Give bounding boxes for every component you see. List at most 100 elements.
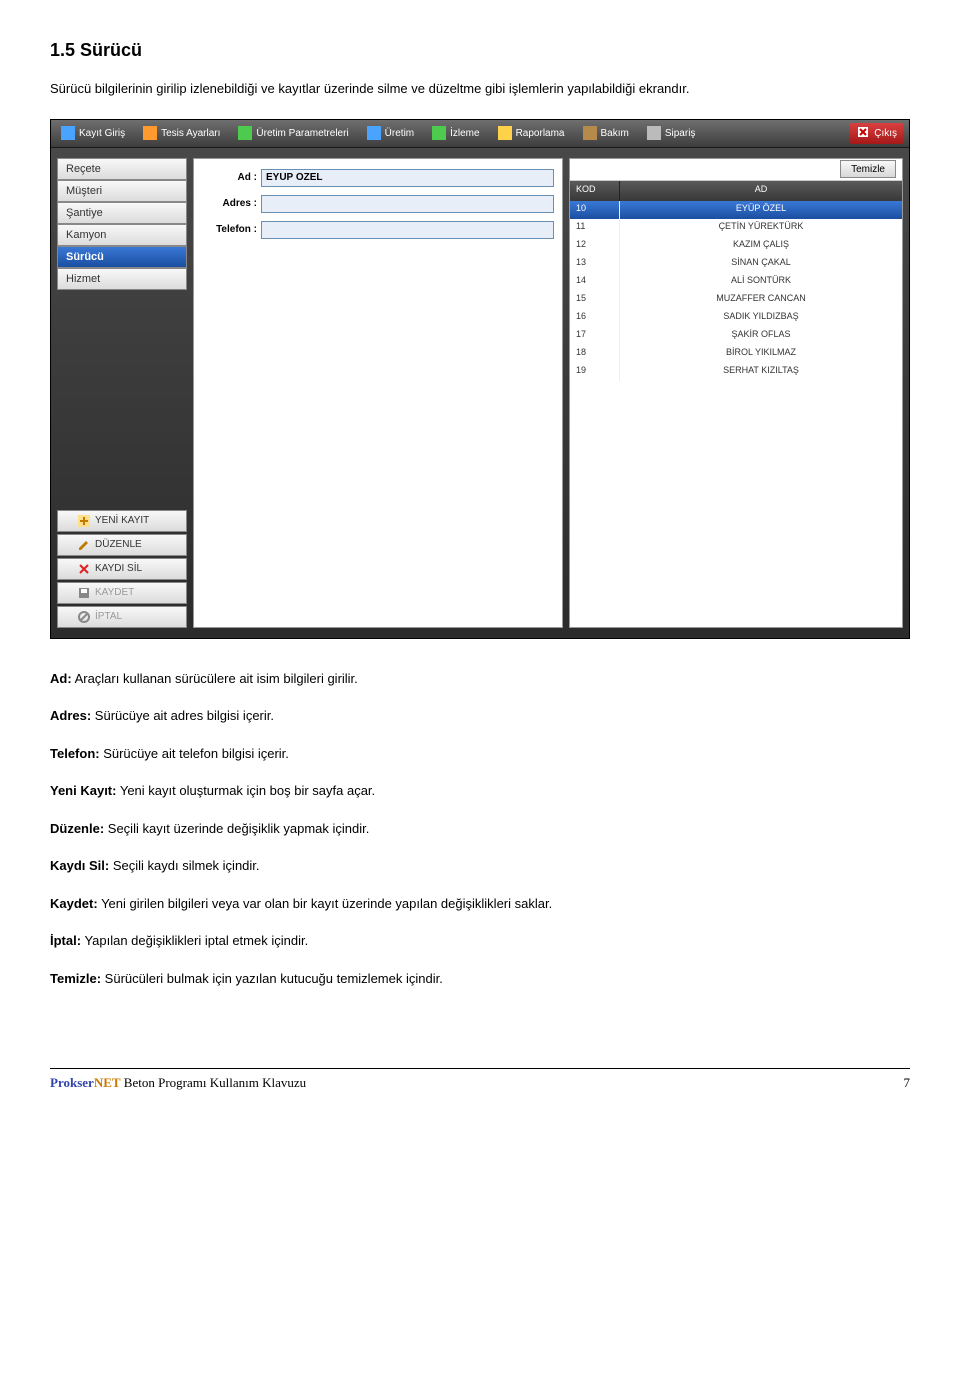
cell-ad: SİNAN ÇAKAL bbox=[620, 255, 902, 273]
toolbar-item-bakım[interactable]: Bakım bbox=[579, 124, 633, 142]
field-tel: Telefon : bbox=[202, 221, 554, 239]
edit-icon bbox=[78, 539, 90, 551]
form-panel: Ad : Adres : Telefon : bbox=[193, 158, 563, 628]
app-toolbar: Kayıt Giriş Tesis Ayarları Üretim Parametr… bbox=[51, 120, 909, 148]
definitions: Ad: Araçları kullanan sürücülere ait isi… bbox=[50, 669, 910, 989]
toolbar-icon bbox=[61, 126, 75, 140]
new-icon bbox=[78, 515, 90, 527]
clear-button[interactable]: Temizle bbox=[840, 160, 896, 178]
brand-part2: NET bbox=[94, 1075, 121, 1090]
cell-ad: BİROL YIKILMAZ bbox=[620, 345, 902, 363]
sidebar-item-şantiye[interactable]: Şantiye bbox=[57, 202, 187, 224]
sidebar-item-label: Kamyon bbox=[66, 229, 106, 241]
table-row[interactable]: 11ÇETİN YÜREKTÜRK bbox=[570, 219, 902, 237]
toolbar-icon bbox=[647, 126, 661, 140]
footer-rest: Beton Programı Kullanım Klavuzu bbox=[121, 1075, 307, 1090]
definition-text: Yeni kayıt oluşturmak için boş bir sayfa… bbox=[116, 783, 375, 798]
definition-text: Araçları kullanan sürücülere ait isim bi… bbox=[72, 671, 358, 686]
sidebar-item-label: Müşteri bbox=[66, 185, 102, 197]
toolbar-item-kayıt-giriş[interactable]: Kayıt Giriş bbox=[57, 124, 129, 142]
toolbar-item-i̇zleme[interactable]: İzleme bbox=[428, 124, 483, 142]
delete-icon bbox=[78, 563, 90, 575]
toolbar-icon bbox=[143, 126, 157, 140]
list-header: KOD AD bbox=[570, 181, 902, 201]
cell-ad: ALİ SONTÜRK bbox=[620, 273, 902, 291]
cell-ad: ÇETİN YÜREKTÜRK bbox=[620, 219, 902, 237]
toolbar-icon bbox=[367, 126, 381, 140]
table-row[interactable]: 15MUZAFFER CANCAN bbox=[570, 291, 902, 309]
sidebar-item-sürücü[interactable]: Sürücü bbox=[57, 246, 187, 268]
definition-term: Kaydet: bbox=[50, 896, 98, 911]
cell-kod: 14 bbox=[570, 273, 620, 291]
tel-input[interactable] bbox=[261, 221, 554, 239]
save-icon bbox=[78, 587, 90, 599]
definition-term: Kaydı Sil: bbox=[50, 858, 109, 873]
toolbar-label: Bakım bbox=[601, 128, 629, 139]
cell-ad: SERHAT KIZILTAŞ bbox=[620, 363, 902, 381]
page-footer: ProkserNET Beton Programı Kullanım Klavu… bbox=[50, 1068, 910, 1091]
toolbar-item-raporlama[interactable]: Raporlama bbox=[494, 124, 569, 142]
table-row[interactable]: 17ŞAKİR OFLAS bbox=[570, 327, 902, 345]
definition-item: Ad: Araçları kullanan sürücülere ait isi… bbox=[50, 669, 910, 689]
section-desc: Sürücü bilgilerinin girilip izlenebildiğ… bbox=[50, 79, 910, 99]
cell-kod: 13 bbox=[570, 255, 620, 273]
toolbar-item-üretim[interactable]: Üretim bbox=[363, 124, 418, 142]
sidebar-item-müşteri[interactable]: Müşteri bbox=[57, 180, 187, 202]
cancel-button[interactable]: İPTAL bbox=[57, 606, 187, 628]
sidebar: Reçete Müşteri Şantiye Kamyon Sürücü Hizmet Y… bbox=[57, 158, 187, 628]
definition-text: Seçili kayıt üzerinde değişiklik yapmak … bbox=[104, 821, 369, 836]
toolbar-label: Üretim bbox=[385, 128, 414, 139]
definition-item: Temizle: Sürücüleri bulmak için yazılan … bbox=[50, 969, 910, 989]
field-ad: Ad : bbox=[202, 169, 554, 187]
definition-term: Adres: bbox=[50, 708, 91, 723]
cell-kod: 18 bbox=[570, 345, 620, 363]
definition-text: Sürücüleri bulmak için yazılan kutucuğu … bbox=[101, 971, 443, 986]
sidebar-item-reçete[interactable]: Reçete bbox=[57, 158, 187, 180]
cell-kod: 17 bbox=[570, 327, 620, 345]
delete-button[interactable]: KAYDI SİL bbox=[57, 558, 187, 580]
toolbar-item-tesis-ayarları[interactable]: Tesis Ayarları bbox=[139, 124, 224, 142]
cell-ad: ŞAKİR OFLAS bbox=[620, 327, 902, 345]
app-window: Kayıt Giriş Tesis Ayarları Üretim Parametr… bbox=[50, 119, 910, 639]
toolbar-label: İzleme bbox=[450, 128, 479, 139]
table-row[interactable]: 12KAZIM ÇALIŞ bbox=[570, 237, 902, 255]
sidebar-item-label: Hizmet bbox=[66, 273, 100, 285]
table-row[interactable]: 14ALİ SONTÜRK bbox=[570, 273, 902, 291]
table-row[interactable]: 19SERHAT KIZILTAŞ bbox=[570, 363, 902, 381]
edit-label: DÜZENLE bbox=[95, 539, 142, 550]
col-kod: KOD bbox=[570, 181, 620, 201]
toolbar-icon bbox=[238, 126, 252, 140]
table-row[interactable]: 10EYÜP ÖZEL bbox=[570, 201, 902, 219]
section-title: 1.5 Sürücü bbox=[50, 40, 910, 61]
exit-label: Çıkış bbox=[874, 128, 897, 139]
save-button[interactable]: KAYDET bbox=[57, 582, 187, 604]
edit-button[interactable]: DÜZENLE bbox=[57, 534, 187, 556]
cell-kod: 15 bbox=[570, 291, 620, 309]
ad-input[interactable] bbox=[261, 169, 554, 187]
definition-item: Düzenle: Seçili kayıt üzerinde değişikli… bbox=[50, 819, 910, 839]
definition-term: Ad: bbox=[50, 671, 72, 686]
sidebar-item-kamyon[interactable]: Kamyon bbox=[57, 224, 187, 246]
exit-button[interactable]: Çıkış bbox=[850, 123, 903, 144]
table-row[interactable]: 13SİNAN ÇAKAL bbox=[570, 255, 902, 273]
toolbar-icon bbox=[432, 126, 446, 140]
adres-label: Adres : bbox=[202, 198, 257, 209]
new-record-button[interactable]: YENİ KAYIT bbox=[57, 510, 187, 532]
table-row[interactable]: 16SADIK YILDIZBAŞ bbox=[570, 309, 902, 327]
save-label: KAYDET bbox=[95, 587, 134, 598]
definition-text: Yeni girilen bilgileri veya var olan bir… bbox=[98, 896, 553, 911]
toolbar-item-üretim-parametreleri[interactable]: Üretim Parametreleri bbox=[234, 124, 352, 142]
cell-ad: KAZIM ÇALIŞ bbox=[620, 237, 902, 255]
definition-text: Seçili kaydı silmek içindir. bbox=[109, 858, 259, 873]
sidebar-item-hizmet[interactable]: Hizmet bbox=[57, 268, 187, 290]
table-row[interactable]: 18BİROL YIKILMAZ bbox=[570, 345, 902, 363]
toolbar-item-sipariş[interactable]: Sipariş bbox=[643, 124, 700, 142]
cell-kod: 11 bbox=[570, 219, 620, 237]
adres-input[interactable] bbox=[261, 195, 554, 213]
cell-kod: 10 bbox=[570, 201, 620, 219]
list-body: 10EYÜP ÖZEL11ÇETİN YÜREKTÜRK12KAZIM ÇALI… bbox=[570, 201, 902, 627]
definition-item: Telefon: Sürücüye ait telefon bilgisi iç… bbox=[50, 744, 910, 764]
page-number: 7 bbox=[904, 1075, 911, 1091]
cell-kod: 19 bbox=[570, 363, 620, 381]
definition-term: Düzenle: bbox=[50, 821, 104, 836]
